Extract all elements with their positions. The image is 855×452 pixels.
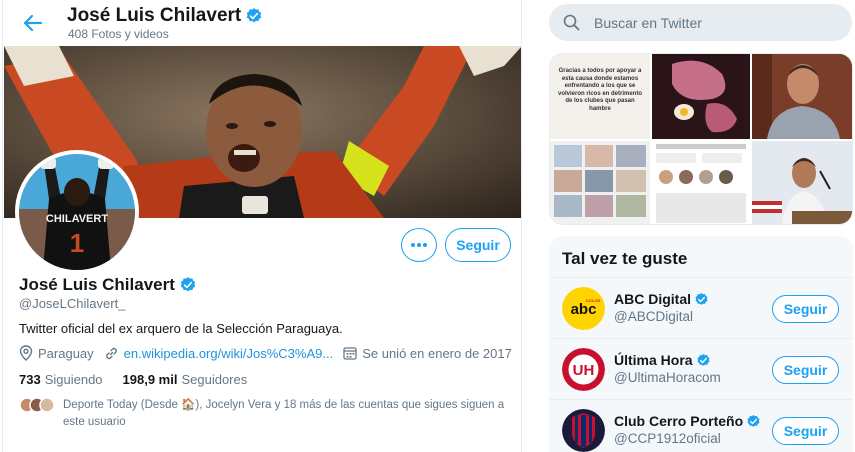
verified-icon [697,353,710,366]
verified-icon [180,277,196,292]
media-tile-1[interactable]: Gracias a todos por apoyar a esta causa … [550,54,650,139]
followers-you-know[interactable]: Deporte Today (Desde 🏠), Jocelyn Vera y … [19,397,509,431]
media-tile-5[interactable] [652,141,750,224]
profile-stats: 733 Siguiendo 198,9 mil Seguidores [19,372,247,387]
profile-meta: Paraguay en.wikipedia.org/wiki/Jos%C3%A9… [19,345,521,361]
media-tile-3[interactable] [752,54,852,139]
followers-count: 198,9 mil [122,372,178,387]
uh-logo-text: UH [573,362,595,379]
profile-header: José Luis Chilavert 408 Fotos y videos [3,0,521,44]
search-icon [563,14,580,31]
header-name-text: José Luis Chilavert [67,5,242,26]
suggestion-row[interactable]: Club Cerro Porteño @CCP1912oficial Segui… [549,399,853,452]
abc-logo-text: abc [571,301,597,318]
suggestion-row[interactable]: abc COLOR ABC Digital @ABCDigital Seguir [549,277,853,338]
food-photo [652,54,750,139]
join-date-text: Se unió en enero de 2017 [362,345,512,361]
media-tile-2[interactable] [652,54,750,139]
back-button[interactable] [19,10,47,36]
verified-icon [747,414,760,427]
abc-logo-sub: COLOR [586,298,601,303]
suggestion-name: Club Cerro Porteño [614,413,761,429]
follow-ultima-hora-button[interactable]: Seguir [772,356,839,384]
media-count: 408 Fotos y videos [68,27,169,41]
profile-column: José Luis Chilavert 408 Fotos y videos C… [2,0,522,452]
known-followers-avatars [19,397,55,413]
suggestion-handle: @UltimaHoracom [614,370,721,385]
cerro-porteno-logo [562,409,605,452]
website: en.wikipedia.org/wiki/Jos%C3%A9... [104,346,334,361]
who-to-follow-title: Tal vez te guste [562,249,688,268]
location-pin-icon [19,345,33,361]
profile-name: José Luis Chilavert [19,275,197,295]
ultima-hora-logo: UH [562,348,605,391]
svg-text:1: 1 [70,228,84,258]
media-tile-4[interactable] [550,141,650,224]
podium-photo [752,141,852,224]
verified-icon [695,292,708,305]
media-preview-grid: Gracias a todos por apoyar a esta causa … [549,53,853,225]
suggestion-name-text: Club Cerro Porteño [614,413,744,429]
profile-bio: Twitter oficial del ex arquero de la Sel… [19,321,343,336]
suggestion-row[interactable]: UH Última Hora @UltimaHoracom Seguir [549,338,853,399]
screenshot-grid [550,141,650,224]
profile-screenshot [652,141,750,224]
followers-label: Seguidores [181,372,248,387]
suggestion-name-text: ABC Digital [614,291,691,307]
calendar-icon [343,347,357,360]
following-label: Siguiendo [44,372,103,387]
suggestion-handle: @ABCDigital [614,309,693,324]
profile-avatar[interactable]: CHILAVERT 1 [15,150,139,274]
known-followers-text: Deporte Today (Desde 🏠), Jocelyn Vera y … [63,399,505,428]
suggestion-handle: @CCP1912oficial [614,431,721,446]
search-box[interactable] [549,4,852,41]
website-link[interactable]: en.wikipedia.org/wiki/Jos%C3%A9... [124,346,334,361]
portrait-photo [752,54,852,139]
join-date: Se unió en enero de 2017 [343,346,512,361]
following-stat[interactable]: 733 Siguiendo [19,372,103,387]
follow-abc-digital-button[interactable]: Seguir [772,295,839,323]
follow-cerro-porteno-button[interactable]: Seguir [772,417,839,445]
location: Paraguay [19,345,94,361]
profile-name-text: José Luis Chilavert [19,275,175,294]
follow-button[interactable]: Seguir [445,228,511,262]
more-dots-icon [411,243,427,247]
followers-stat[interactable]: 198,9 mil Seguidores [123,372,248,387]
suggestion-name: Última Hora [614,352,711,368]
suggestion-name: ABC Digital [614,291,709,307]
who-to-follow-panel: Tal vez te guste abc COLOR ABC Digital @… [549,236,853,452]
media-tile-text: Gracias a todos por apoyar a esta causa … [557,68,643,112]
suggestion-name-text: Última Hora [614,352,693,368]
avatar-jersey-name: CHILAVERT [46,213,108,225]
media-tile-6[interactable] [752,141,852,224]
header-title: José Luis Chilavert [67,5,263,27]
arrow-left-icon [23,14,43,32]
avatar-photo: CHILAVERT 1 [19,154,135,270]
more-options-button[interactable] [401,228,437,262]
abc-digital-logo: abc COLOR [562,287,605,330]
search-input[interactable] [594,14,814,31]
following-count: 733 [19,372,41,387]
location-text: Paraguay [38,345,94,361]
link-icon [105,347,117,359]
profile-handle: @JoseLChilavert_ [19,296,126,311]
verified-icon [246,8,262,23]
